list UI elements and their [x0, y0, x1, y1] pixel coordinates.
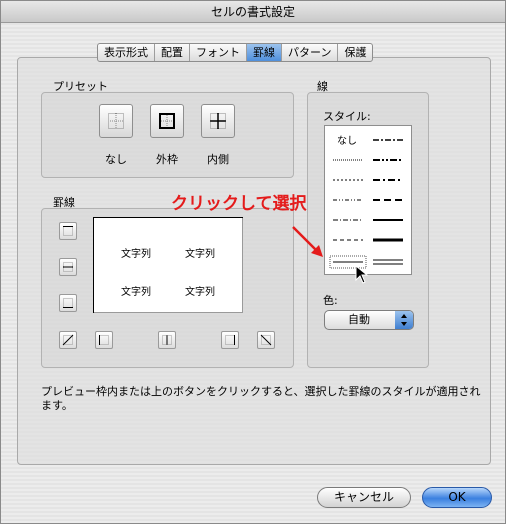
border-middle-vertical-button[interactable] [158, 331, 176, 349]
ok-button[interactable]: OK [422, 487, 492, 508]
callout-text: クリックして選択 [171, 194, 307, 214]
border-outline-icon [159, 113, 175, 129]
tab-protection[interactable]: 保護 [338, 44, 372, 61]
format-cells-dialog: セルの書式設定 表示形式 配置 フォント 罫線 パターン 保護 プリセット なし… [0, 0, 506, 524]
border-bottom-button[interactable] [59, 294, 77, 312]
cancel-button[interactable]: キャンセル [317, 487, 411, 508]
border-left-button[interactable] [95, 331, 113, 349]
preview-text: 文字列 [121, 249, 151, 260]
callout-arrow-icon [292, 226, 323, 257]
tab-alignment[interactable]: 配置 [155, 44, 190, 61]
border-right-button[interactable] [221, 331, 239, 349]
preview-text: 文字列 [185, 287, 215, 298]
preview-left-border [93, 217, 94, 313]
color-popup-value: 自動 [348, 313, 370, 326]
preset-inside-label: 内側 [207, 153, 229, 166]
border-right-icon [225, 335, 235, 345]
updown-arrows-icon [395, 311, 413, 329]
preset-none-label: なし [105, 153, 127, 166]
preview-text: 文字列 [121, 287, 151, 298]
color-popup[interactable]: 自動 [324, 310, 414, 330]
border-top-button[interactable] [59, 222, 77, 240]
mouse-cursor-icon [355, 265, 369, 284]
preset-outline-label: 外枠 [156, 153, 178, 166]
border-inside-icon [210, 113, 226, 129]
diagonal-down-icon [260, 334, 272, 346]
style-label: スタイル: [323, 110, 371, 123]
border-preview[interactable] [93, 217, 243, 313]
border-diagonal-down-button[interactable] [257, 331, 275, 349]
border-middle-horizontal-button[interactable] [59, 258, 77, 276]
line-style-list[interactable]: なし [324, 125, 412, 275]
color-label: 色: [323, 294, 338, 307]
diagonal-up-icon [62, 334, 74, 346]
border-horizontal-icon [63, 262, 73, 272]
preview-top-border [93, 217, 243, 218]
preset-none-button[interactable] [99, 104, 133, 138]
tab-number-format[interactable]: 表示形式 [98, 44, 155, 61]
border-left-icon [99, 335, 109, 345]
preset-inside-button[interactable] [201, 104, 235, 138]
tab-font[interactable]: フォント [190, 44, 247, 61]
border-top-icon [63, 226, 73, 236]
tab-border[interactable]: 罫線 [247, 44, 282, 61]
preset-outline-button[interactable] [150, 104, 184, 138]
line-style-samples [329, 139, 403, 269]
tab-bar: 表示形式 配置 フォント 罫線 パターン 保護 [97, 43, 374, 62]
border-bottom-icon [63, 298, 73, 308]
tab-pattern[interactable]: パターン [282, 44, 339, 61]
description-text: プレビュー枠内または上のボタンをクリックすると、選択した罫線のスタイルが適用され… [41, 385, 481, 412]
preview-text: 文字列 [185, 249, 215, 260]
border-vertical-icon [162, 335, 172, 345]
window-title: セルの書式設定 [1, 1, 505, 23]
border-diagonal-up-button[interactable] [59, 331, 77, 349]
border-none-icon [108, 113, 124, 129]
